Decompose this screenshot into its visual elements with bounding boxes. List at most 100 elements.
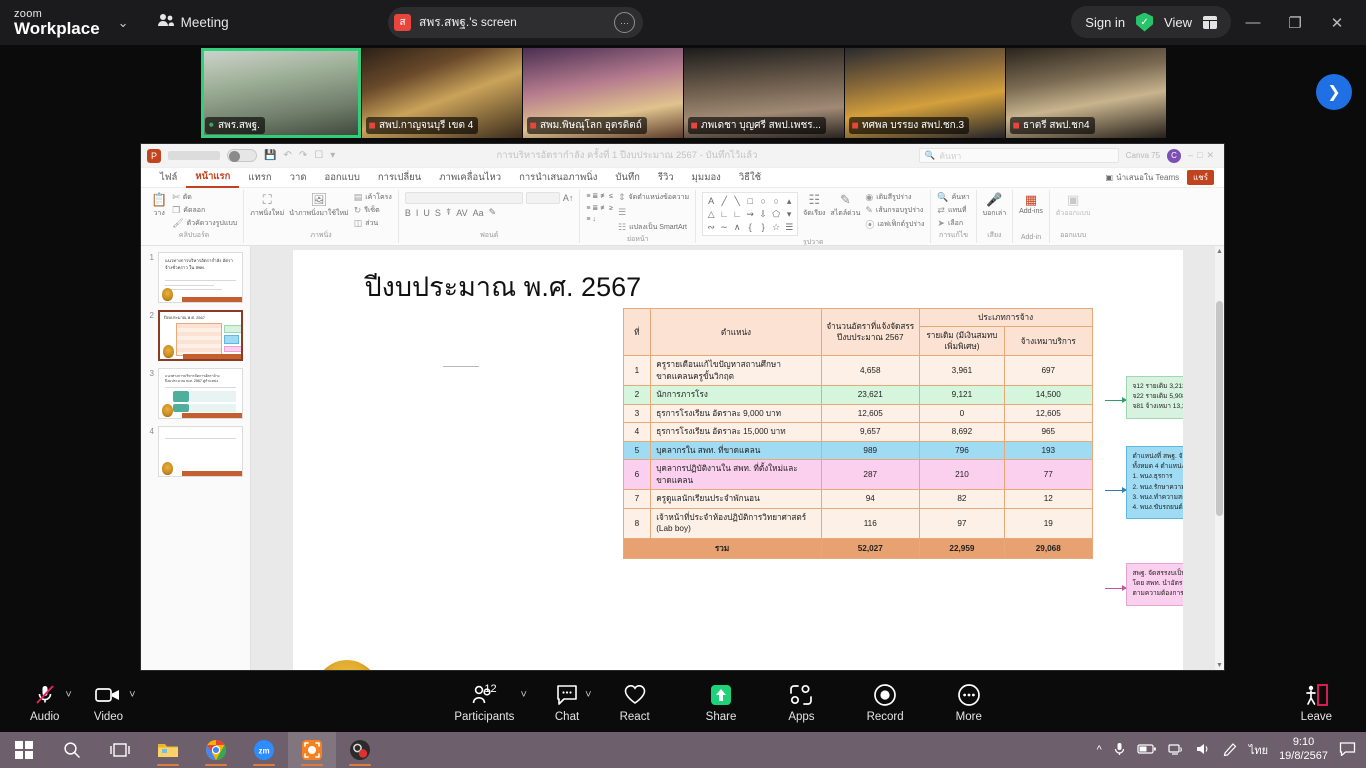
dictate-button[interactable]: 🎤 บอกเล่า	[983, 192, 1007, 219]
maximize-button[interactable]: ❐	[1274, 0, 1316, 45]
table-row[interactable]: 4 ธุรการโรงเรียน อัตราละ 15,000 บาท 9,65…	[622, 422, 1093, 442]
task-view-icon[interactable]	[96, 732, 144, 768]
shield-check-icon[interactable]: ✓	[1136, 12, 1154, 32]
react-button[interactable]: React	[620, 682, 650, 723]
table-row[interactable]: 3 ธุรการโรงเรียน อัตราละ 9,000 บาท 12,60…	[622, 403, 1093, 424]
clock[interactable]: 9:10 19/8/2567	[1279, 736, 1328, 764]
participants-options-chevron-icon[interactable]: ˅	[520, 689, 526, 701]
more-dots-icon[interactable]: ···	[614, 12, 635, 33]
text-shadow-icon[interactable]: ⍒	[446, 207, 451, 218]
elbow-shape-icon[interactable]: ∟	[731, 208, 743, 220]
tab-draw[interactable]: วาด	[281, 168, 316, 187]
language-indicator[interactable]: ไทย	[1249, 741, 1268, 759]
tab-design[interactable]: ออกแบบ	[316, 168, 369, 187]
cut-button[interactable]: ✄ ตัด	[172, 192, 237, 203]
slide-thumbnail-item[interactable]: 2 ปีงบประมาณ พ.ศ. 2567	[145, 310, 246, 361]
brace-right-icon[interactable]: }	[757, 221, 769, 233]
tab-review[interactable]: รีวิว	[649, 168, 683, 187]
scroll-up-icon[interactable]: ▲	[1215, 248, 1224, 255]
screen-capture-icon[interactable]	[288, 732, 336, 768]
redo-icon[interactable]: ↷	[299, 150, 307, 161]
layout-button[interactable]: ▤ เค้าโครง	[354, 192, 392, 203]
bold-button[interactable]: B	[405, 208, 411, 218]
replace-button[interactable]: ⇄ แทนที่	[937, 205, 969, 216]
shapes-scroll-up-icon[interactable]: ▴	[783, 195, 795, 207]
view-button[interactable]: View	[1164, 15, 1192, 30]
apps-button[interactable]: Apps	[788, 682, 815, 723]
copy-button[interactable]: ❐ คัดลอก	[172, 205, 237, 216]
volume-icon[interactable]	[1195, 742, 1211, 759]
shape-fill-button[interactable]: ◉ เติมสีรูปร่าง	[865, 192, 924, 203]
chat-options-chevron-icon[interactable]: ˅	[585, 689, 591, 701]
change-case-icon[interactable]: Aa	[473, 208, 484, 218]
curve-shape-icon[interactable]: ∼	[718, 221, 730, 233]
audio-button[interactable]: Audio	[30, 682, 59, 723]
slide-thumbnail-2[interactable]: ปีงบประมาณ พ.ศ. 2567	[158, 310, 243, 361]
share-button[interactable]: แชร์	[1187, 170, 1214, 185]
triangle-shape-icon[interactable]: △	[705, 208, 717, 220]
slide-thumbnail-1[interactable]: แนวทางการบริหารอัตรากำลัง อัตราจ้างชั่วค…	[158, 252, 243, 303]
microphone-icon[interactable]	[1113, 741, 1126, 760]
close-button[interactable]: ✕	[1316, 0, 1358, 45]
chevron-up-icon[interactable]: ^	[1097, 744, 1102, 756]
tab-record[interactable]: บันทึก	[606, 168, 649, 187]
table-row[interactable]: 2 นักการภารโรง 23,621 9,121 14,500	[622, 385, 1093, 405]
freeform-shape-icon[interactable]: ∾	[705, 221, 717, 233]
video-thumbnail[interactable]: ◼ สพม.พิษณุโลก อุตรดิตถ์	[522, 48, 683, 138]
table-row[interactable]: 6 บุคลากรปฏิบัติงานใน สพท. ที่ตั้งใหม่แล…	[622, 459, 1093, 491]
down-arrow-shape-icon[interactable]: ⇩	[757, 208, 769, 220]
slide-thumbnail-item[interactable]: 4	[145, 426, 246, 477]
tab-home[interactable]: หน้าแรก	[186, 167, 240, 188]
video-thumbnail[interactable]: ◼ ธาตรี สพป.ชก4	[1005, 48, 1166, 138]
addins-button[interactable]: ▦ Add-ins	[1019, 192, 1043, 215]
undo-icon[interactable]: ↶	[283, 150, 291, 161]
zoom-app-icon[interactable]: zm	[240, 732, 288, 768]
font-color-icon[interactable]: ✎	[489, 207, 497, 218]
slide-thumbnail-3[interactable]: แนวทางการบริหารจัดการอัตราจ้าง ปีงบประมา…	[158, 368, 243, 419]
video-thumbnail[interactable]: ◼ ทศพล บรรยง สพป.ชก.3	[844, 48, 1005, 138]
underline-button[interactable]: U	[423, 208, 430, 218]
meeting-tab[interactable]: Meeting	[157, 13, 229, 32]
participants-button[interactable]: 12 Participants	[454, 682, 514, 723]
shape-outline-button[interactable]: ✎ เส้นกรอบรูปร่าง	[865, 205, 924, 216]
window-controls-ppt[interactable]: –□✕	[1188, 150, 1218, 161]
slide-thumbnail-item[interactable]: 1 แนวทางการบริหารอัตรากำลัง อัตราจ้างชั่…	[145, 252, 246, 303]
designer-button[interactable]: ▣ ตัวออกแบบ	[1056, 192, 1091, 219]
table-row[interactable]: 7 ครูดูแลนักเรียนประจำพักนอน 94 82 12	[622, 489, 1093, 509]
strikethrough-button[interactable]: S	[435, 208, 441, 218]
video-button[interactable]: Video	[94, 682, 123, 723]
pen-icon[interactable]	[1222, 741, 1238, 759]
arrange-button[interactable]: ☷ จัดเรียง	[803, 192, 825, 219]
circle-shape-icon[interactable]: ○	[770, 195, 782, 207]
video-options-chevron-icon[interactable]: ˅	[129, 689, 135, 701]
slide-thumbnail-panel[interactable]: 1 แนวทางการบริหารอัตรากำลัง อัตราจ้างชั่…	[141, 246, 251, 670]
star-shape-icon[interactable]: ☆	[770, 221, 782, 233]
font-family-select[interactable]	[404, 192, 523, 204]
find-button[interactable]: 🔍 ค้นหา	[937, 192, 969, 203]
select-button[interactable]: ➤ เลือก	[937, 218, 969, 229]
account-name[interactable]: Canva 75	[1126, 151, 1160, 160]
slide-canvas[interactable]: ปีงบประมาณ พ.ศ. 2567 ที่ ตำแหน่ง จำนวนอั…	[251, 246, 1224, 670]
record-button[interactable]: Record	[867, 682, 904, 723]
arc-shape-icon[interactable]: ∧	[731, 221, 743, 233]
textbox-shape-icon[interactable]: A	[705, 195, 717, 207]
italic-button[interactable]: I	[416, 208, 419, 218]
smartart-button[interactable]: ☷ แปลงเป็น SmartArt	[618, 222, 689, 233]
font-size-select[interactable]	[525, 192, 560, 204]
new-slide-button[interactable]: ⛶ ภาพนิ่งใหม่	[250, 192, 284, 219]
video-thumbnail[interactable]: ⚫ สพร.สพฐ.	[200, 48, 361, 138]
reset-button[interactable]: ↻ รีเซ็ต	[354, 205, 392, 216]
shared-screen-indicator[interactable]: ส สพร.สพฐ.'s screen ···	[388, 7, 643, 38]
pentagon-shape-icon[interactable]: ⬠	[770, 208, 782, 220]
brace-left-icon[interactable]: {	[744, 221, 756, 233]
grid-view-icon[interactable]	[1203, 15, 1217, 29]
sign-in-button[interactable]: Sign in	[1085, 15, 1125, 30]
present-in-teams-button[interactable]: ▣ นำเสนอใน Teams	[1106, 171, 1180, 184]
paste-button[interactable]: 📋 วาง	[151, 192, 167, 219]
chat-button[interactable]: Chat	[555, 682, 579, 723]
slide-thumbnail-item[interactable]: 3 แนวทางการบริหารจัดการอัตราจ้าง ปีงบประ…	[145, 368, 246, 419]
oval-shape-icon[interactable]: ○	[757, 195, 769, 207]
next-participants-button[interactable]: ❯	[1316, 74, 1352, 110]
tab-slideshow[interactable]: การนำเสนอภาพนิ่ง	[510, 168, 606, 187]
arrow-shape-icon[interactable]: ⇝	[744, 208, 756, 220]
